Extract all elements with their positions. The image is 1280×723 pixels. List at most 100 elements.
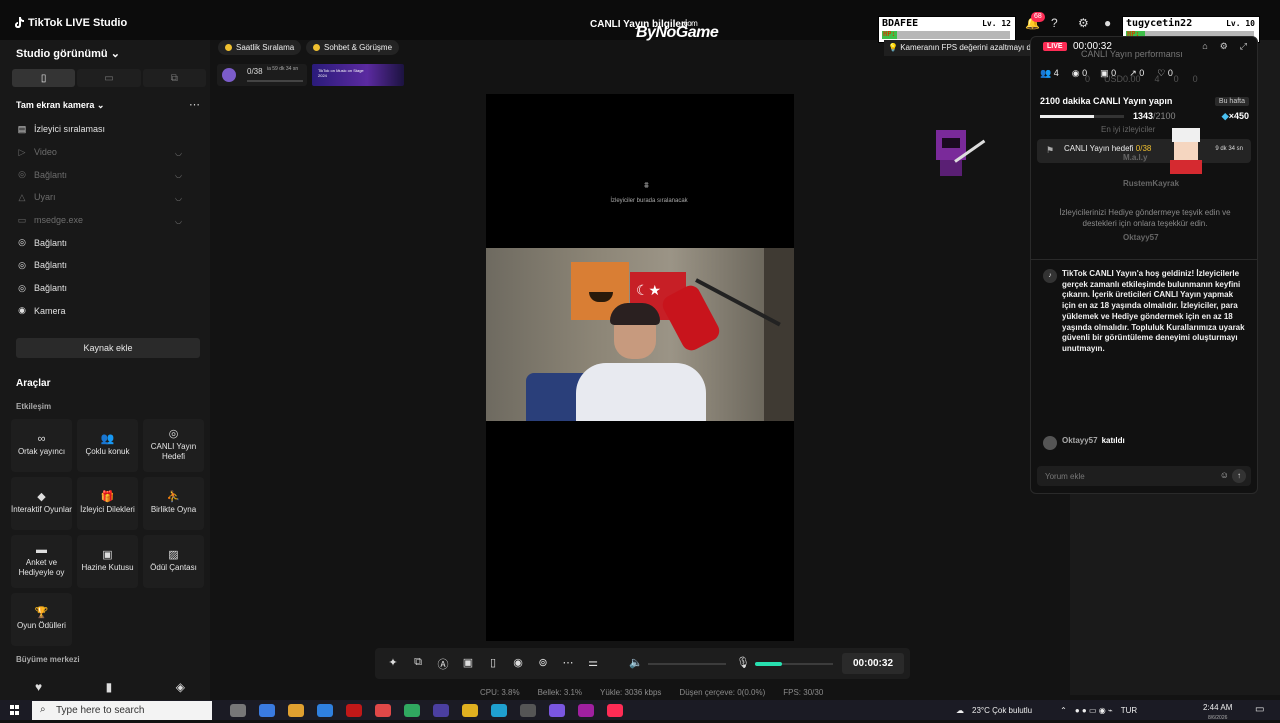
source-item[interactable]: △ Uyarı ◡ bbox=[16, 186, 202, 209]
microphone-icon[interactable]: 🎙 bbox=[736, 656, 750, 669]
performance-stats: CPU: 3.8% Bellek: 3.1% Yükle: 3036 kbps … bbox=[480, 688, 823, 697]
week-badge: Bu hafta bbox=[1214, 97, 1249, 106]
emoji-icon[interactable]: ☺ bbox=[1220, 470, 1229, 480]
record-icon[interactable]: ◉ bbox=[510, 656, 526, 672]
studio-view-dropdown[interactable]: Studio görünümü ⌄ bbox=[16, 47, 120, 60]
tool-viewer-wishes[interactable]: 🎁 İzleyici Dilekleri bbox=[77, 477, 138, 530]
tiktok-taskbar-icon[interactable] bbox=[607, 704, 623, 717]
tool-treasure-box[interactable]: ▣ Hazine Kutusu bbox=[77, 535, 138, 588]
hourly-ranking-chip[interactable]: Saatlik Sıralama bbox=[218, 40, 302, 55]
camera-settings-icon[interactable]: ⊚ bbox=[535, 656, 551, 672]
weather-icon[interactable]: ☁ bbox=[956, 706, 964, 715]
avatar[interactable]: ● bbox=[1104, 16, 1111, 30]
source-label: Video bbox=[34, 147, 57, 158]
scene-title: Tam ekran kamera bbox=[16, 100, 95, 110]
ranking-placeholder-text: İzleyiciler burada sıralanacak bbox=[610, 198, 688, 204]
source-item[interactable]: ▭ msedge.exe ◡ bbox=[16, 209, 202, 232]
treasure-icon: ▣ bbox=[102, 549, 113, 561]
globe-icon: ◎ bbox=[18, 237, 26, 248]
hidden-eye-icon[interactable]: ◡ bbox=[175, 216, 182, 225]
magic-wand-icon[interactable]: ✦ bbox=[385, 656, 401, 672]
source-item[interactable]: ▷ Video ◡ bbox=[16, 141, 202, 164]
tool-game-rewards[interactable]: 🏆 Oyun Ödülleri bbox=[11, 593, 72, 646]
tool-multi-guest[interactable]: 👥 Çoklu konuk bbox=[77, 419, 138, 472]
tool-play-together[interactable]: ⛹ Birlikte Oyna bbox=[143, 477, 204, 530]
stat-value: 0 bbox=[1082, 68, 1088, 78]
app-icon[interactable] bbox=[578, 704, 594, 717]
tool-live-goal[interactable]: ◎ CANLI Yayın Hedefi bbox=[143, 419, 204, 472]
language-indicator[interactable]: TUR bbox=[1121, 706, 1137, 715]
gear-icon[interactable]: ⚙ bbox=[1220, 41, 1228, 52]
app-icon[interactable] bbox=[404, 704, 420, 717]
help-icon[interactable]: ? bbox=[1051, 16, 1058, 30]
flag-icon: ⚑ bbox=[1046, 145, 1055, 155]
portrait-view-button[interactable]: ▯ bbox=[12, 69, 76, 87]
store-icon[interactable] bbox=[288, 704, 304, 717]
weather-text[interactable]: 23°C Çok bulutlu bbox=[972, 706, 1032, 715]
source-item[interactable]: ▤ İzleyici sıralaması bbox=[16, 118, 202, 141]
source-item[interactable]: ◎ Bağlantı ◡ bbox=[16, 163, 202, 186]
growth-badge-icon[interactable]: ◈ bbox=[176, 680, 185, 694]
lock-icon[interactable]: ⌂ bbox=[1202, 41, 1207, 52]
live-badge: LIVE bbox=[1043, 42, 1067, 51]
tray-icons[interactable]: ● ● ▭ ◉ ⌁ bbox=[1075, 706, 1113, 715]
volume-slider[interactable] bbox=[648, 663, 726, 665]
taskbar-search-input[interactable] bbox=[56, 701, 206, 720]
landscape-view-button[interactable]: ▭ bbox=[77, 69, 141, 87]
tiktok-logo-icon: ♪ bbox=[1043, 269, 1057, 283]
app-icon[interactable] bbox=[520, 704, 536, 717]
mic-level-slider[interactable] bbox=[755, 662, 833, 666]
more-options-icon[interactable]: ⋯ bbox=[189, 98, 201, 111]
source-item[interactable]: ◉ Kamera bbox=[16, 300, 202, 323]
source-item[interactable]: ◎ Bağlantı bbox=[16, 231, 202, 254]
task-view-icon[interactable] bbox=[230, 704, 246, 717]
hidden-eye-icon[interactable]: ◡ bbox=[175, 170, 182, 179]
scene-dropdown[interactable]: Tam ekran kamera ⌄ bbox=[16, 100, 104, 111]
taskbar-clock[interactable]: 2:44 AM 8/6/2026 bbox=[1203, 703, 1232, 723]
mixer-icon[interactable]: ⚌ bbox=[585, 656, 601, 672]
chip-label: Saatlik Sıralama bbox=[236, 43, 295, 52]
gamepad-icon: ◆ bbox=[37, 491, 46, 503]
app-icon[interactable] bbox=[375, 704, 391, 717]
mail-icon[interactable] bbox=[317, 704, 333, 717]
app-icon[interactable] bbox=[346, 704, 362, 717]
discord-icon[interactable] bbox=[549, 704, 565, 717]
goal-time: ia 59 dk 34 sn bbox=[267, 66, 299, 72]
mic-level-fill bbox=[755, 662, 783, 666]
app-icon[interactable] bbox=[433, 704, 449, 717]
tool-reward-bag[interactable]: ▨ Ödül Çantası bbox=[143, 535, 204, 588]
joined-user[interactable]: Oktayy57 bbox=[1062, 436, 1098, 445]
tool-interactive-games[interactable]: ◆ İnteraktif Oyunlar bbox=[11, 477, 72, 530]
notification-center-icon[interactable]: ▭ bbox=[1255, 704, 1264, 715]
growth-heart-icon[interactable]: ♥ bbox=[35, 680, 42, 694]
tray-chevron-icon[interactable]: ⌃ bbox=[1060, 706, 1067, 715]
comment-input[interactable] bbox=[1037, 466, 1207, 486]
growth-chart-icon[interactable]: ▮ bbox=[106, 680, 113, 694]
source-item[interactable]: ◎ Bağlantı bbox=[16, 277, 202, 300]
gear-icon[interactable]: ⚙ bbox=[1078, 16, 1089, 30]
send-button[interactable]: ↑ bbox=[1232, 469, 1246, 483]
windows-start-icon[interactable] bbox=[10, 705, 20, 715]
file-explorer-icon[interactable] bbox=[462, 704, 478, 717]
capture-icon[interactable]: ▣ bbox=[460, 656, 476, 672]
speaker-icon[interactable]: 🔈 bbox=[629, 656, 643, 669]
tool-poll[interactable]: ▬ Anket ve Hediyeyle oy bbox=[11, 535, 72, 588]
chat-meeting-chip[interactable]: Sohbet & Görüşme bbox=[306, 40, 400, 55]
expand-icon[interactable]: ⤢ bbox=[1240, 41, 1247, 52]
tool-co-host[interactable]: ∞ Ortak yayıncı bbox=[11, 419, 72, 472]
hidden-eye-icon[interactable]: ◡ bbox=[175, 148, 182, 157]
copilot-icon[interactable] bbox=[259, 704, 275, 717]
hidden-eye-icon[interactable]: ◡ bbox=[175, 193, 182, 202]
more-icon[interactable]: ⋯ bbox=[560, 656, 576, 672]
shares-stat: ↗ 0 bbox=[1129, 68, 1144, 79]
effects-icon[interactable]: ⧉ bbox=[410, 656, 426, 672]
camera-wall bbox=[764, 248, 794, 421]
ai-icon[interactable]: Ⓐ bbox=[435, 656, 451, 672]
add-source-button[interactable]: Kaynak ekle bbox=[16, 338, 200, 358]
phone-icon[interactable]: ▯ bbox=[485, 656, 501, 672]
edge-icon[interactable] bbox=[491, 704, 507, 717]
source-item[interactable]: ◎ Bağlantı bbox=[16, 254, 202, 277]
dual-view-button[interactable]: ⧉ bbox=[142, 69, 206, 87]
left-sidebar: Studio görünümü ⌄ ▯ ▭ ⧉ Tam ekran kamera… bbox=[0, 40, 210, 700]
live-stats-row: 👥 4 ◉ 0 ▣ 0 ↗ 0 ♡ 0 bbox=[1040, 68, 1173, 79]
